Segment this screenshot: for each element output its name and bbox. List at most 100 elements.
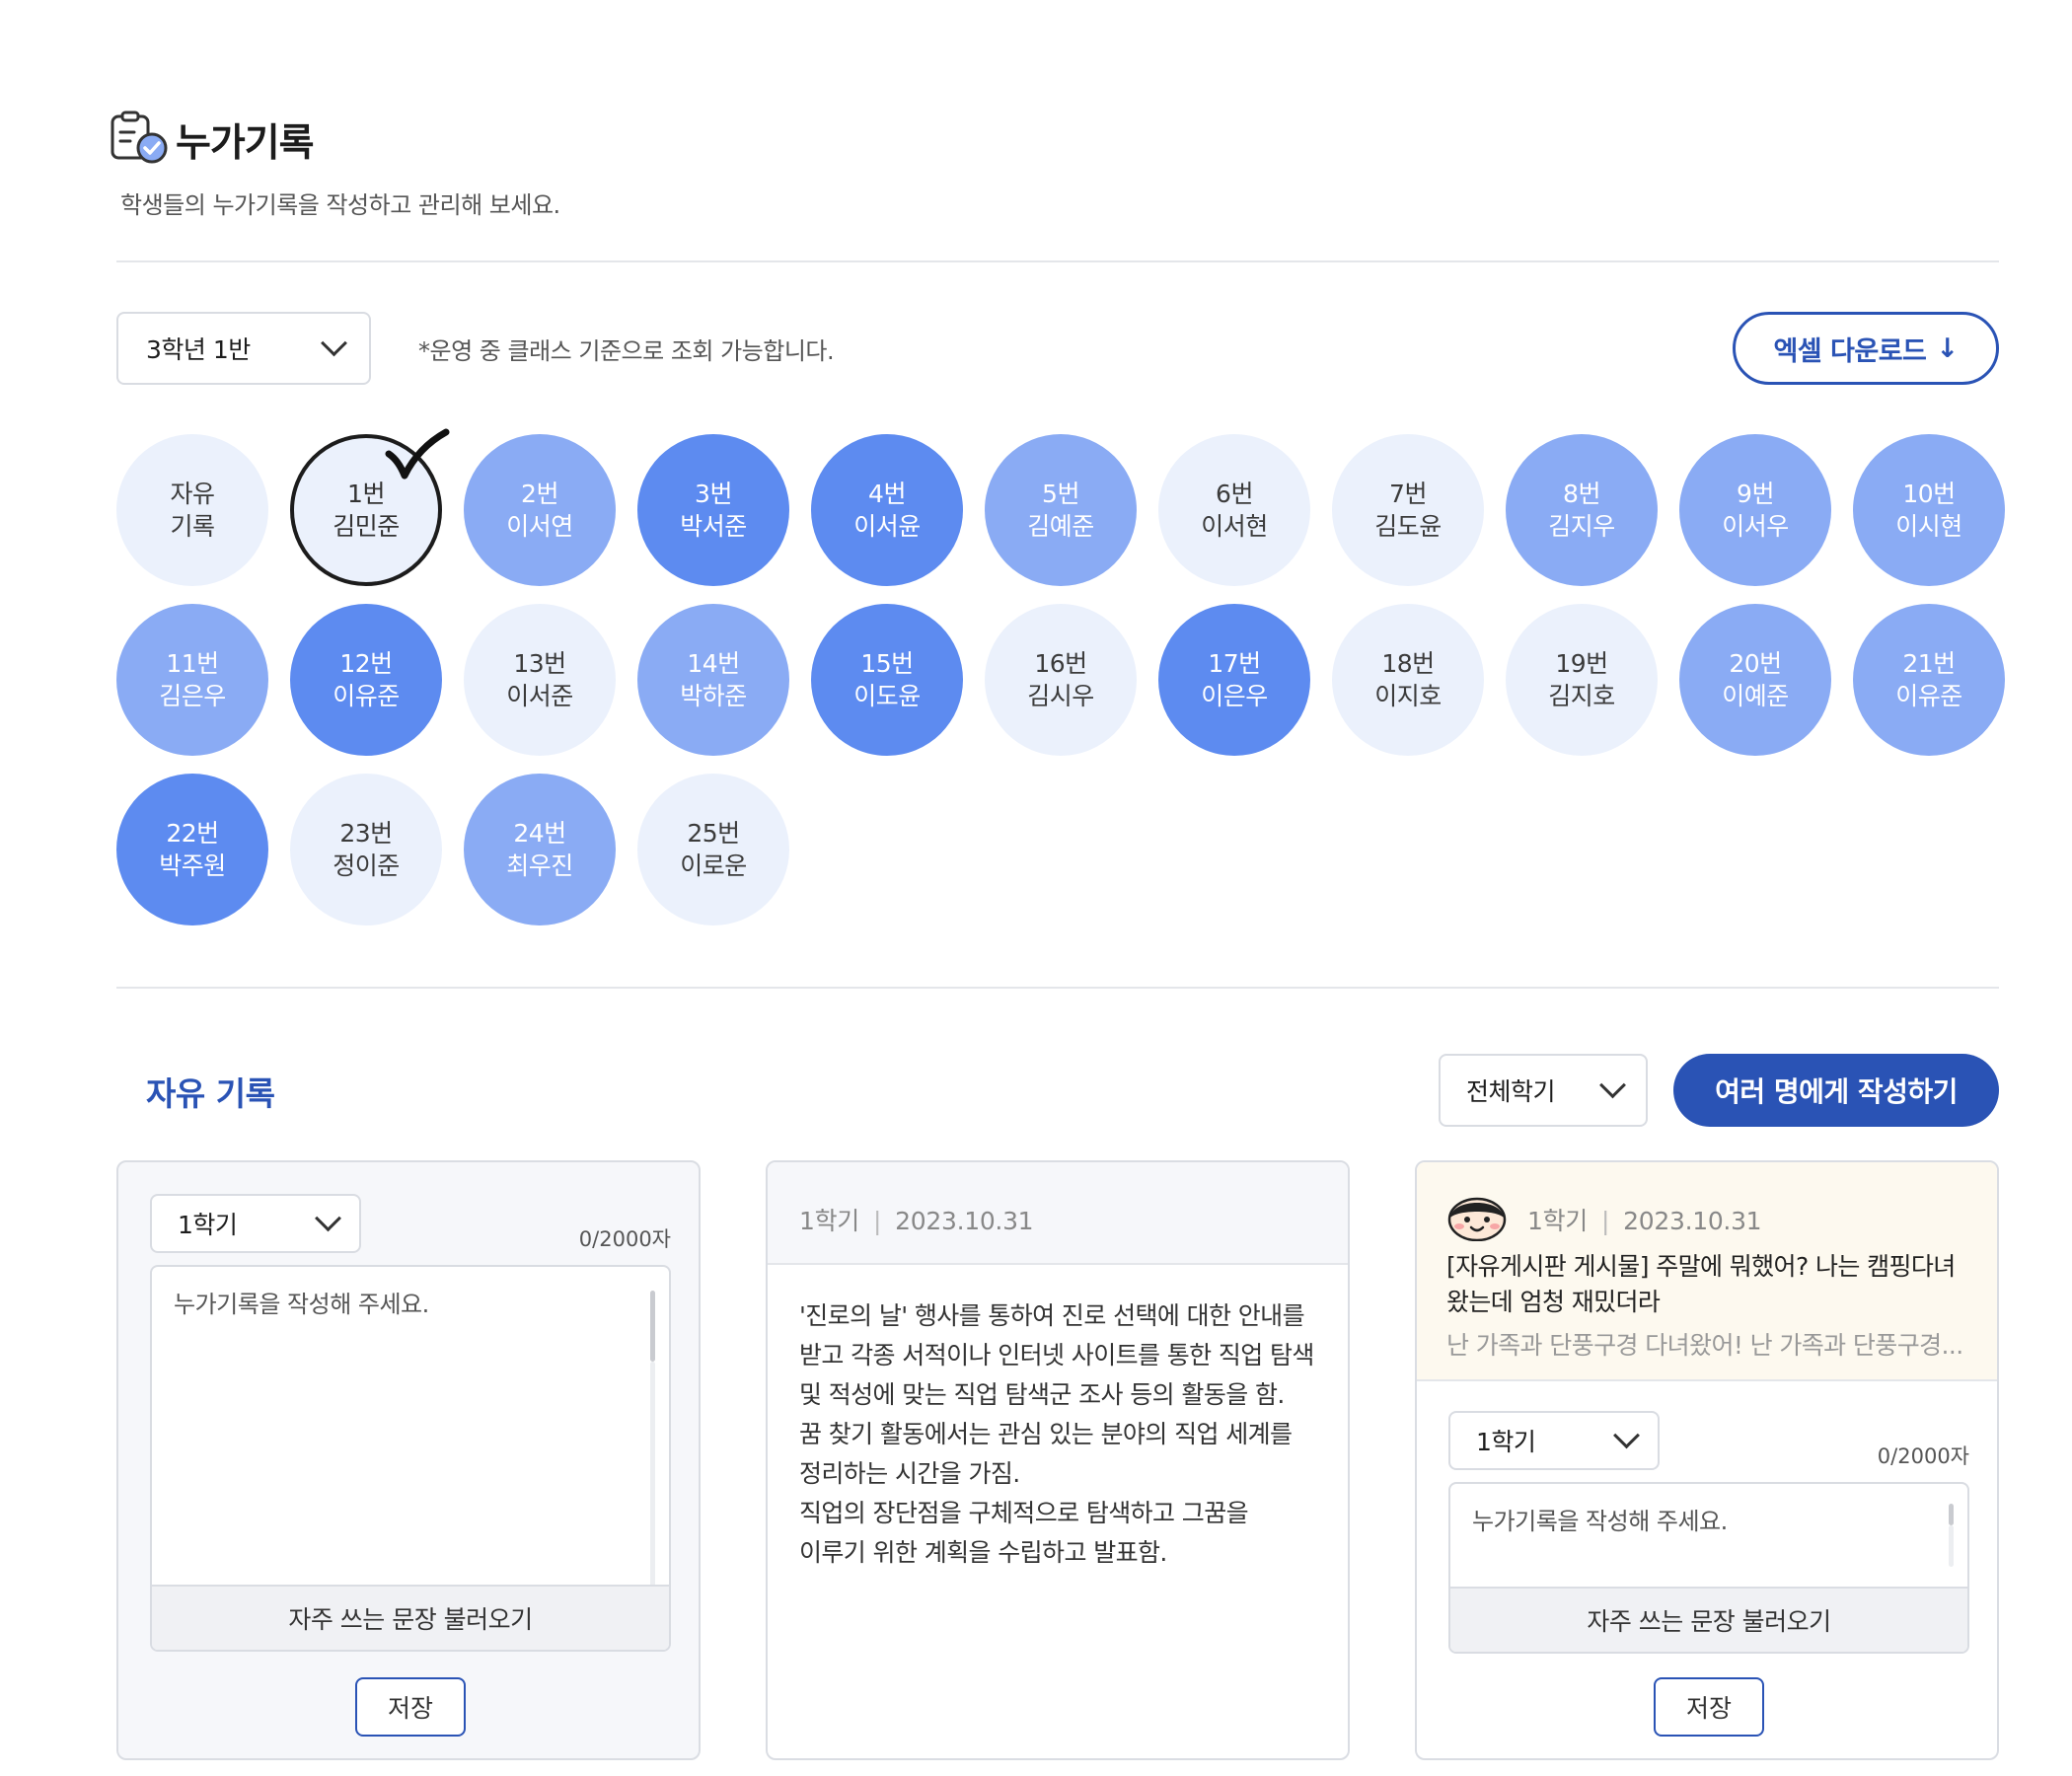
post-title: [자유게시판 게시물] 주말에 뭐했어? 나는 캠핑다녀 왔는데 엄청 재밌더라 — [1446, 1252, 1956, 1316]
page-subtitle: 학생들의 누가기록을 작성하고 관리해 보세요. — [120, 191, 560, 219]
student-circle[interactable]: 12번 이유준 — [290, 604, 442, 756]
post-editor-semester-value: 1학기 — [1476, 1428, 1536, 1456]
page-header-icon — [109, 111, 172, 166]
student-number: 25번 — [687, 819, 740, 848]
editor-semester-value: 1학기 — [178, 1211, 238, 1239]
class-select[interactable]: 3학년 1반 — [116, 312, 371, 385]
student-name: 이은우 — [1201, 682, 1268, 710]
editor-semester-select[interactable]: 1학기 — [150, 1194, 361, 1253]
student-number: 9번 — [1737, 480, 1774, 508]
student-circle[interactable]: 4번이서윤 — [811, 434, 963, 586]
student-number: 22번 — [166, 819, 219, 848]
student-number: 4번 — [868, 480, 906, 508]
student-circle[interactable]: 22번박주원 — [116, 774, 268, 925]
student-circle[interactable]: 17번이은우 — [1158, 604, 1310, 756]
meta-separator: | — [873, 1207, 882, 1235]
student-circle[interactable]: 8번 김지우 — [1506, 434, 1658, 586]
free-record-circle[interactable]: 자유 기록 — [116, 434, 268, 586]
student-name: 이서윤 — [853, 512, 921, 541]
student-number: 1번 — [347, 480, 385, 508]
student-circle[interactable]: 13번 이서준 — [464, 604, 616, 756]
student-circle[interactable]: 11번 김은우 — [116, 604, 268, 756]
textarea-scrollbar[interactable] — [650, 1291, 655, 1362]
student-number: 2번 — [521, 480, 558, 508]
student-number: 18번 — [1381, 649, 1435, 678]
student-circle[interactable]: 25번 이로운 — [637, 774, 789, 925]
student-name: 박서준 — [680, 512, 747, 541]
student-circle[interactable]: 24번최우진 — [464, 774, 616, 925]
student-circle[interactable]: 10번이시현 — [1853, 434, 2005, 586]
post-meta: 1학기 | 2023.10.31 — [1527, 1202, 1762, 1237]
student-number: 12번 — [339, 649, 393, 678]
student-name: 이시현 — [1895, 512, 1962, 541]
download-arrow-icon: ↓ — [1936, 333, 1959, 364]
post-save-button[interactable]: 저장 — [1654, 1677, 1764, 1737]
student-name: 박주원 — [159, 851, 226, 880]
student-number: 24번 — [513, 819, 566, 848]
student-circle[interactable]: 2번 이서연 — [464, 434, 616, 586]
student-number: 11번 — [166, 649, 219, 678]
student-circle[interactable]: 3번 박서준 — [637, 434, 789, 586]
student-circle[interactable]: 18번 이지호 — [1332, 604, 1484, 756]
textarea-scroll-track — [650, 1362, 655, 1589]
record-card[interactable]: 1학기 | 2023.10.31 '진로의 날' 행사를 통하여 진로 선택에 대한… — [766, 1160, 1350, 1760]
student-number: 10번 — [1902, 480, 1956, 508]
class-select-value: 3학년 1반 — [146, 335, 251, 364]
check-mark-icon — [385, 428, 450, 487]
post-textarea-placeholder: 누가기록을 작성해 주세요. — [1472, 1508, 1728, 1535]
editor-card: 1학기 0/2000자 누가기록을 작성해 주세요. 자주 쓰는 문장 불러오기… — [116, 1160, 701, 1760]
excel-download-label: 엑셀 다운로드 — [1773, 335, 1927, 367]
student-name: 이서우 — [1722, 512, 1789, 541]
student-name: 김시우 — [1027, 682, 1094, 710]
student-circle[interactable]: 15번 이도윤 — [811, 604, 963, 756]
student-number: 8번 — [1563, 480, 1600, 508]
post-editor-semester-select[interactable]: 1학기 — [1448, 1411, 1660, 1470]
post-preview: 난 가족과 단풍구경 다녀왔어! 난 가족과 단풍구경... — [1446, 1331, 1963, 1360]
post-load-frequent-sentences-button[interactable]: 자주 쓰는 문장 불러오기 — [1450, 1587, 1967, 1652]
post-record-textarea[interactable]: 누가기록을 작성해 주세요. 자주 쓰는 문장 불러오기 — [1448, 1482, 1969, 1654]
post-textarea-scrollbar[interactable] — [1949, 1504, 1954, 1525]
student-name: 이유준 — [1895, 682, 1962, 710]
post-record-card: 1학기 | 2023.10.31 [자유게시판 게시물] 주말에 뭐했어? 나는 캠… — [1415, 1160, 1999, 1760]
header-divider — [116, 260, 1999, 262]
record-textarea[interactable]: 누가기록을 작성해 주세요. 자주 쓰는 문장 불러오기 — [150, 1265, 671, 1652]
semester-filter-value: 전체학기 — [1466, 1077, 1556, 1106]
post-date: 2023.10.31 — [1623, 1207, 1762, 1235]
semester-filter-select[interactable]: 전체학기 — [1439, 1054, 1648, 1127]
student-circle[interactable]: 7번 김도윤 — [1332, 434, 1484, 586]
page-title: 누가기록 — [176, 121, 315, 166]
student-name: 정이준 — [333, 851, 400, 880]
student-name: 이서현 — [1201, 512, 1268, 541]
post-semester: 1학기 — [1527, 1207, 1589, 1235]
record-semester: 1학기 — [799, 1207, 860, 1235]
student-number: 21번 — [1902, 649, 1956, 678]
chevron-down-icon — [1613, 1421, 1640, 1448]
textarea-placeholder: 누가기록을 작성해 주세요. — [174, 1291, 429, 1318]
student-name: 박하준 — [680, 682, 747, 710]
student-circle[interactable]: 9번이서우 — [1679, 434, 1831, 586]
student-circle[interactable]: 20번 이예준 — [1679, 604, 1831, 756]
student-circle[interactable]: 6번이서현 — [1158, 434, 1310, 586]
student-circle[interactable]: 14번 박하준 — [637, 604, 789, 756]
student-circle[interactable]: 16번 김시우 — [985, 604, 1137, 756]
student-number: 6번 — [1216, 480, 1253, 508]
student-number: 17번 — [1208, 649, 1261, 678]
student-name: 이예준 — [1722, 682, 1789, 710]
student-circle[interactable]: 21번이유준 — [1853, 604, 2005, 756]
student-circle[interactable]: 5번 김예준 — [985, 434, 1137, 586]
char-count: 0/2000자 — [578, 1227, 671, 1251]
grid-divider — [116, 987, 1999, 989]
load-frequent-sentences-button[interactable]: 자주 쓰는 문장 불러오기 — [152, 1585, 669, 1650]
student-name: 최우진 — [506, 851, 573, 880]
student-number: 7번 — [1389, 480, 1427, 508]
record-date: 2023.10.31 — [895, 1207, 1034, 1235]
post-summary[interactable]: 1학기 | 2023.10.31 [자유게시판 게시물] 주말에 뭐했어? 나는 캠… — [1417, 1162, 1997, 1381]
save-button[interactable]: 저장 — [355, 1677, 466, 1737]
student-name: 김민준 — [333, 512, 400, 541]
student-name: 이도윤 — [853, 682, 921, 710]
student-circle[interactable]: 19번 김지호 — [1506, 604, 1658, 756]
student-circle[interactable]: 23번 정이준 — [290, 774, 442, 925]
excel-download-button[interactable]: 엑셀 다운로드 ↓ — [1733, 312, 1999, 385]
student-name: 김예준 — [1027, 512, 1094, 541]
write-to-multiple-button[interactable]: 여러 명에게 작성하기 — [1673, 1054, 1999, 1127]
